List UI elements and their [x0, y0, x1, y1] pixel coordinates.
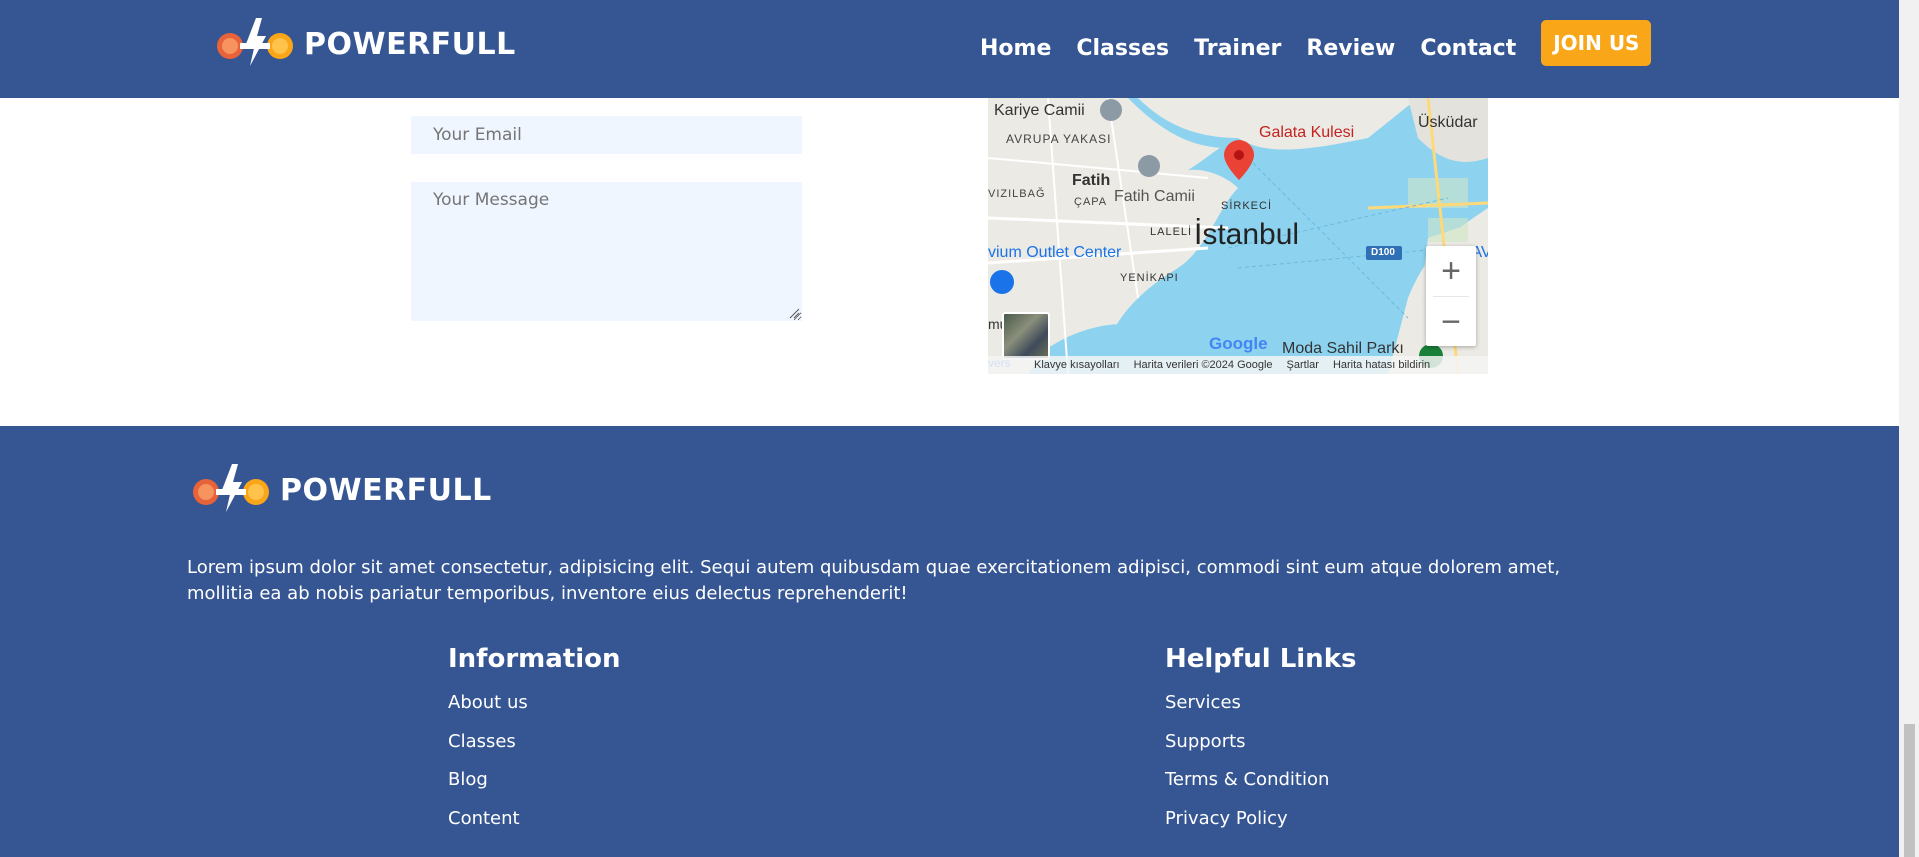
- map-label-d100: D100: [1371, 247, 1395, 258]
- footer-link-content[interactable]: Content: [448, 808, 621, 847]
- map-label-fatih: Fatih: [1072, 172, 1111, 189]
- map-label-capa: ÇAPA: [1074, 196, 1108, 208]
- footer-link-privacy[interactable]: Privacy Policy: [1165, 808, 1356, 847]
- google-logo: Google: [1209, 334, 1268, 353]
- report-error-link[interactable]: Harita hatası bildirin: [1333, 359, 1430, 371]
- brand-logo[interactable]: POWERFULL: [214, 16, 516, 72]
- google-map[interactable]: Kariye Camii AVRUPA YAKASI Fatih Fatih C…: [988, 98, 1488, 374]
- nav-review[interactable]: Review: [1306, 36, 1395, 61]
- map-label-outlet: vium Outlet Center: [988, 244, 1122, 261]
- map-label-laleli: LALELİ: [1150, 226, 1193, 238]
- map-label-yenikapi: YENİKAPI: [1120, 272, 1179, 284]
- keyboard-shortcuts-link[interactable]: Klavye kısayolları: [1034, 359, 1120, 371]
- dumbbell-lightning-logo-icon: [193, 464, 269, 512]
- nav-contact[interactable]: Contact: [1420, 36, 1516, 61]
- map-label-kariye: Kariye Camii: [994, 102, 1085, 119]
- dumbbell-lightning-logo-icon: [217, 18, 293, 66]
- map-label-istanbul: İstanbul: [1194, 218, 1300, 251]
- join-us-button[interactable]: JOIN US: [1541, 20, 1652, 66]
- map-label-sirkeci: SİRKECİ: [1221, 200, 1273, 212]
- zoom-control: + −: [1426, 246, 1476, 346]
- footer-brand-logo[interactable]: POWERFULL: [190, 462, 492, 518]
- footer-link-supports[interactable]: Supports: [1165, 731, 1356, 770]
- footer-description: Lorem ipsum dolor sit amet consectetur, …: [187, 557, 1561, 604]
- zoom-in-button[interactable]: +: [1426, 246, 1476, 296]
- footer-link-services[interactable]: Services: [1165, 692, 1356, 731]
- map-label-galata: Galata Kulesi: [1259, 124, 1355, 141]
- map-label-uskudar: Üsküdar: [1418, 114, 1478, 131]
- footer-link-terms[interactable]: Terms & Condition: [1165, 769, 1356, 808]
- satellite-toggle-button[interactable]: [1002, 312, 1050, 360]
- zoom-out-button[interactable]: −: [1426, 297, 1476, 347]
- navbar: POWERFULL Home Classes Trainer Review Co…: [0, 0, 1899, 98]
- nav-home[interactable]: Home: [980, 36, 1051, 61]
- nav-classes[interactable]: Classes: [1076, 36, 1169, 61]
- nav-menu: Home Classes Trainer Review Contact JOIN…: [980, 20, 1652, 66]
- scrollbar-thumb[interactable]: [1904, 724, 1915, 857]
- email-field[interactable]: [411, 116, 802, 154]
- message-field[interactable]: [411, 182, 802, 321]
- footer-link-classes[interactable]: Classes: [448, 731, 621, 770]
- helpful-links-column: Helpful Links Services Supports Terms & …: [1165, 644, 1356, 846]
- map-label-fatih-camii: Fatih Camii: [1114, 188, 1195, 205]
- nav-trainer[interactable]: Trainer: [1194, 36, 1281, 61]
- page-scrollbar[interactable]: [1899, 0, 1919, 857]
- helpful-links-heading: Helpful Links: [1165, 644, 1357, 674]
- map-data-label: Harita verileri ©2024 Google: [1133, 359, 1273, 371]
- terms-link[interactable]: Şartlar: [1287, 359, 1319, 371]
- footer: POWERFULL Lorem ipsum dolor sit amet con…: [0, 426, 1899, 857]
- map-label-kizilbag: VIZILBAĞ: [988, 188, 1046, 200]
- footer-link-about[interactable]: About us: [448, 692, 621, 731]
- footer-link-blog[interactable]: Blog: [448, 769, 621, 808]
- resize-grip-icon[interactable]: [788, 307, 800, 319]
- information-column: Information About us Classes Blog Conten…: [448, 644, 621, 846]
- map-label-avrupa: AVRUPA YAKASI: [1006, 132, 1112, 146]
- map-attribution-bar: Klavye kısayolları Harita verileri ©2024…: [988, 356, 1488, 374]
- brand-name: POWERFULL: [304, 26, 516, 62]
- footer-brand-name: POWERFULL: [280, 472, 492, 508]
- information-heading: Information: [448, 644, 621, 674]
